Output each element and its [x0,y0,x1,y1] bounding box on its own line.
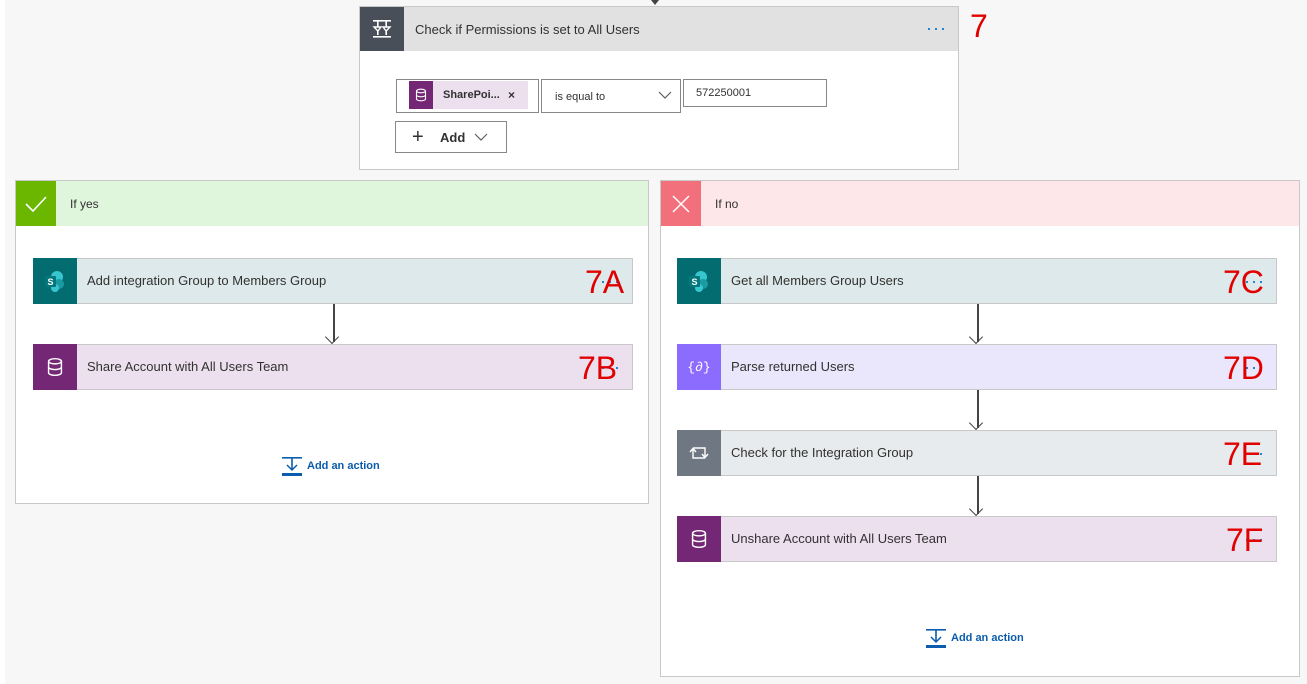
loop-icon [677,430,721,476]
checkmark-icon [16,181,56,226]
action-card-7b[interactable]: Share Account with All Users Team ··· [33,344,633,390]
action-title: Share Account with All Users Team [87,359,289,374]
action-title: Add integration Group to Members Group [87,273,327,288]
condition-icon [360,7,404,51]
connector-arrow [324,304,341,345]
add-button-label: Add [440,130,466,145]
action-card-7a[interactable]: S Add integration Group to Members Group… [33,258,633,304]
action-title: Parse returned Users [731,359,855,374]
svg-text:S: S [47,277,53,287]
operator-dropdown[interactable]: is equal to [541,79,681,113]
plus-icon: + [412,126,424,148]
more-dots-icon[interactable]: ··· [926,19,947,37]
condition-operand-field[interactable]: SharePoi... × [396,79,539,113]
add-action-label: Add an action [951,632,1024,644]
action-card-7f[interactable]: Unshare Account with All Users Team ··· [677,516,1277,562]
step-label-7f: 7F [1226,522,1264,558]
action-card-7c[interactable]: S Get all Members Group Users ··· [677,258,1277,304]
remove-token-icon[interactable]: × [508,81,515,109]
sharepoint-icon: S [33,258,77,304]
step-label-7a: 7A [585,264,625,300]
svg-text:S: S [691,277,697,287]
action-title: Unshare Account with All Users Team [731,531,947,546]
dynamic-content-token[interactable]: SharePoi... × [409,81,528,109]
condition-title: Check if Permissions is set to All Users [415,22,640,37]
connector-arrow [968,304,985,345]
sharepoint-icon: S [677,258,721,304]
close-icon [661,181,701,226]
if-no-header[interactable]: If no [661,181,1299,226]
action-title: Get all Members Group Users [731,273,904,288]
connector-arrow [968,390,985,431]
connector-arrow [968,476,985,517]
action-title: Check for the Integration Group [731,445,914,460]
add-an-action-yes[interactable]: Add an action [281,456,391,478]
step-label-7c: 7C [1223,264,1264,300]
chevron-down-icon [658,91,672,99]
token-label: SharePoi... [443,89,500,101]
dataverse-icon [677,516,721,562]
if-yes-header[interactable]: If yes [16,181,648,226]
branch-title: If yes [70,197,99,211]
operator-value: is equal to [555,91,606,103]
condition-value-input[interactable] [683,79,827,107]
top-connector-arrow [651,0,659,5]
add-action-icon [926,629,946,648]
condition-header[interactable]: Check if Permissions is set to All Users… [360,7,958,51]
action-card-7e[interactable]: Check for the Integration Group ··· [677,430,1277,476]
branch-title: If no [715,197,739,211]
add-action-icon [282,457,302,476]
chevron-down-icon [474,133,488,141]
condition-card: Check if Permissions is set to All Users… [359,6,959,170]
flow-canvas: Check if Permissions is set to All Users… [5,0,1307,684]
step-label-7b: 7B [578,350,618,386]
dataverse-icon [409,81,433,109]
step-label-7: 7 [970,8,988,44]
action-card-7d[interactable]: {∂} Parse returned Users ··· [677,344,1277,390]
add-condition-button[interactable]: + Add [395,121,507,153]
add-action-label: Add an action [307,460,380,472]
step-label-7d: 7D [1223,350,1264,386]
dataverse-icon [33,344,77,390]
parse-json-icon: {∂} [677,344,721,390]
add-an-action-no[interactable]: Add an action [925,628,1035,650]
step-label-7e: 7E [1223,436,1263,472]
